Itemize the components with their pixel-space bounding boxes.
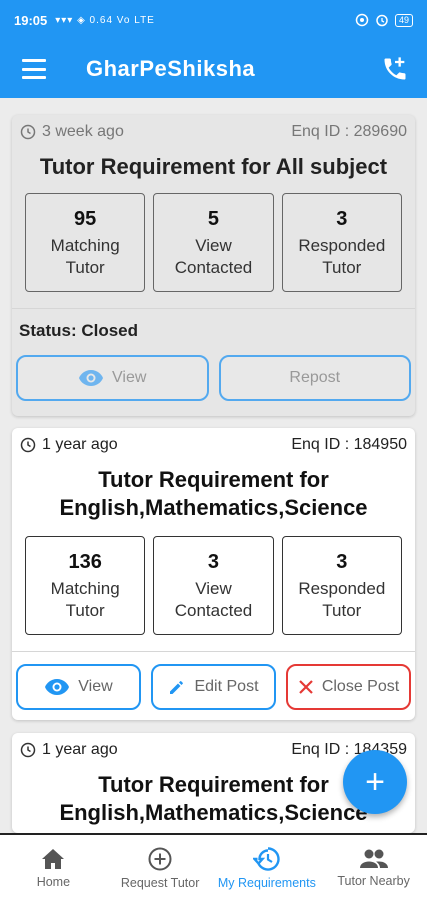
stats-row: 95 Matching Tutor 5 View Contacted 3 Res…	[12, 193, 415, 292]
eye-icon	[45, 679, 70, 695]
hotspot-icon	[355, 13, 369, 27]
edit-post-button[interactable]: Edit Post	[151, 664, 276, 710]
posted-time: 1 year ago	[42, 436, 118, 453]
requirement-title: Tutor Requirement for English,Mathematic…	[59, 467, 368, 520]
clock-icon	[20, 124, 36, 140]
battery-level: 49	[394, 13, 413, 27]
app-bar: GharPeShiksha	[0, 40, 427, 98]
status-time: 19:05	[14, 12, 48, 28]
status-text: Status: Closed	[19, 321, 139, 340]
card-actions: View Edit Post Close Post	[12, 652, 415, 710]
view-button[interactable]: View	[16, 355, 209, 401]
requirement-title: Tutor Requirement for All subject	[39, 154, 388, 179]
app-title: GharPeShiksha	[86, 56, 256, 81]
bottom-nav: Home Request Tutor My Requirements Tutor…	[0, 833, 427, 900]
nav-home[interactable]: Home	[0, 835, 107, 900]
card-actions: View Repost	[12, 349, 415, 401]
enquiry-id: Enq ID : 289690	[291, 123, 407, 140]
enquiry-id: Enq ID : 184950	[291, 436, 407, 453]
posted-time: 1 year ago	[42, 741, 118, 758]
add-requirement-button[interactable]: +	[343, 750, 407, 814]
repost-button[interactable]: Repost	[218, 355, 411, 401]
status-bar: 19:05 ▾▾▾ ◈ 0.64 Vo LTE 49	[0, 0, 427, 40]
pencil-icon	[170, 681, 184, 694]
status-signals: ▾▾▾ ◈ 0.64 Vo LTE	[55, 14, 155, 26]
menu-icon[interactable]	[22, 59, 46, 79]
requirement-card: 3 week ago Enq ID : 289690 Tutor Require…	[12, 115, 415, 416]
stat-matching-tutor[interactable]: 136 Matching Tutor	[25, 536, 146, 635]
eye-icon	[79, 370, 104, 386]
nav-request-tutor[interactable]: Request Tutor	[107, 835, 214, 900]
close-icon	[299, 680, 313, 694]
add-circle-icon	[148, 847, 172, 870]
people-icon	[359, 849, 388, 868]
requirement-card: 1 year ago Enq ID : 184950 Tutor Require…	[12, 428, 415, 720]
clock-icon	[20, 742, 36, 758]
phone-forward-icon[interactable]	[381, 55, 409, 83]
clock-icon	[20, 437, 36, 453]
stat-responded-tutor[interactable]: 3 Responded Tutor	[281, 536, 402, 635]
home-icon	[42, 848, 65, 869]
stats-row: 136 Matching Tutor 3 View Contacted 3 Re…	[12, 536, 415, 635]
stat-responded-tutor[interactable]: 3 Responded Tutor	[281, 193, 402, 292]
view-button[interactable]: View	[16, 664, 141, 710]
posted-time: 3 week ago	[42, 123, 124, 140]
stat-view-contacted[interactable]: 3 View Contacted	[153, 536, 274, 635]
nav-my-requirements[interactable]: My Requirements	[214, 835, 321, 900]
stat-matching-tutor[interactable]: 95 Matching Tutor	[25, 193, 146, 292]
nav-tutor-nearby[interactable]: Tutor Nearby	[320, 835, 427, 900]
alarm-icon	[376, 14, 388, 27]
close-post-button[interactable]: Close Post	[286, 664, 411, 710]
history-icon	[252, 846, 280, 871]
stat-view-contacted[interactable]: 5 View Contacted	[153, 193, 274, 292]
plus-icon: +	[365, 763, 385, 801]
